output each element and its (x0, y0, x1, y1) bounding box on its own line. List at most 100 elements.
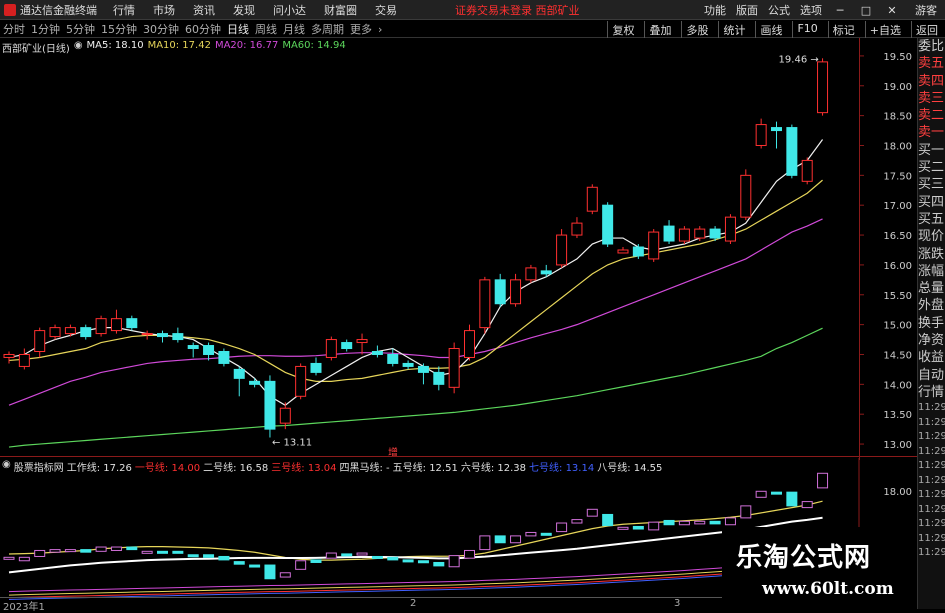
candle-body (233, 368, 245, 379)
candle-body (141, 333, 153, 336)
candle-body (663, 225, 675, 242)
sub-line-label: 五号线: 12.51 (392, 463, 458, 474)
pane-divider[interactable] (0, 456, 917, 457)
sidebar-item[interactable]: 涨幅 (918, 263, 945, 280)
sidebar-item[interactable]: 总量 (918, 280, 945, 297)
candle-body (341, 342, 353, 350)
sidebar-item[interactable]: 卖三 (918, 90, 945, 107)
candle-body (464, 330, 475, 358)
candle-body (755, 124, 767, 146)
sidebar-item[interactable]: 卖四 (918, 73, 945, 90)
sub-indicator-legend: ◉ 股票指标网 工作线: 17.26 一号线: 14.00 二号线: 16.58… (2, 459, 662, 474)
sub-indicator-line (8, 500, 823, 561)
ma60-line (8, 327, 823, 448)
sidebar-item[interactable]: 买二 (918, 159, 945, 176)
sidebar-item[interactable]: 外盘 (918, 297, 945, 314)
ma10-line (8, 179, 823, 382)
candle-body (448, 348, 460, 388)
sub-candle (356, 552, 368, 556)
candle-body (187, 345, 199, 350)
candle-body (571, 222, 583, 236)
sub-candle (218, 555, 230, 561)
sidebar-item[interactable]: 净资 (918, 332, 945, 349)
sub-candle (617, 526, 629, 530)
sidebar-item[interactable]: 现价 (918, 228, 945, 245)
candle-body (602, 204, 614, 245)
sidebar-item[interactable]: 涨跌 (918, 246, 945, 263)
sub-candle (801, 501, 813, 509)
candle-body (494, 279, 506, 305)
candle-body (356, 339, 368, 344)
sub-candle (279, 572, 291, 578)
sub-axis-label: 18.00 (883, 487, 912, 498)
candle-body (325, 339, 337, 358)
candle-body (617, 249, 629, 254)
sub-candle (402, 559, 414, 563)
sub-candle (786, 491, 798, 507)
sub-line-label: 四黑马线: - (339, 463, 390, 474)
sidebar-item[interactable]: 买四 (918, 194, 945, 211)
candle-body (264, 380, 276, 430)
candle-body (402, 362, 414, 367)
sidebar-item[interactable]: 自动 (918, 367, 945, 384)
trade-time: 11:29 (918, 402, 945, 414)
sidebar-item[interactable]: 买三 (918, 176, 945, 193)
sidebar-item[interactable]: 买五 (918, 211, 945, 228)
settings-dot-icon[interactable]: ◉ (2, 459, 11, 474)
candle-body (371, 351, 383, 355)
sub-candle (525, 531, 537, 537)
sidebar-item[interactable]: 买一 (918, 142, 945, 159)
sub-candle (387, 556, 399, 561)
kline-chart[interactable]: 19.5019.0018.5018.0017.5017.0016.5016.00… (0, 0, 945, 609)
sub-candle (18, 556, 30, 562)
trade-time: 11:29 (918, 532, 945, 544)
candle-body (218, 351, 230, 364)
ma5-line (8, 139, 824, 406)
sidebar-item[interactable]: 卖一 (918, 124, 945, 141)
sub-candle (295, 560, 307, 570)
low-price-label: ← 13.11 (272, 437, 312, 448)
sub-candle (648, 521, 660, 531)
sidebar-item[interactable]: 收益 (918, 349, 945, 366)
ma20-line (8, 218, 823, 406)
candle-body (510, 279, 522, 305)
sub-line-label: 六号线: 12.38 (460, 463, 527, 474)
sidebar-item[interactable]: 卖五 (918, 55, 945, 72)
candle-body (64, 327, 76, 335)
sub-indicator-line (8, 516, 823, 574)
candle-body (586, 186, 598, 212)
trade-time: 11:29 (918, 518, 945, 530)
candle-body (110, 318, 122, 332)
sub-candle (448, 555, 460, 568)
sub-candle (64, 549, 76, 553)
candle-body (817, 61, 829, 114)
sub-candle (586, 508, 598, 517)
candle-body (648, 231, 660, 260)
sub-candle (678, 520, 690, 526)
sidebar-item[interactable]: 行情 (918, 384, 945, 401)
trade-time: 11:29 (918, 474, 945, 486)
candle-body (34, 330, 46, 353)
sub-candle (126, 546, 138, 551)
candle-body (771, 127, 782, 132)
sub-candle (110, 546, 122, 551)
sub-candle (510, 535, 522, 544)
candle-body (249, 380, 261, 385)
sub-candle (172, 550, 184, 554)
sub-indicator-name[interactable]: 股票指标网 (14, 459, 64, 474)
sub-line-label: 二号线: 16.58 (203, 463, 269, 474)
candle-body (279, 407, 291, 424)
sidebar-item[interactable]: 换手 (918, 315, 945, 332)
candle-body (694, 228, 706, 239)
sub-candle (740, 505, 752, 519)
sidebar-item[interactable]: 卖二 (918, 107, 945, 124)
sidebar-item[interactable]: 委比 (918, 38, 945, 55)
sub-candle (371, 555, 383, 559)
candle-body (678, 228, 690, 242)
sub-line-label: 三号线: 13.04 (271, 463, 337, 474)
sub-candle (203, 554, 215, 558)
sub-candle (249, 564, 261, 568)
sub-candle (817, 472, 829, 489)
date-label: 2023年1 (3, 602, 45, 613)
sub-line-label: 八号线: 14.55 (597, 463, 663, 474)
